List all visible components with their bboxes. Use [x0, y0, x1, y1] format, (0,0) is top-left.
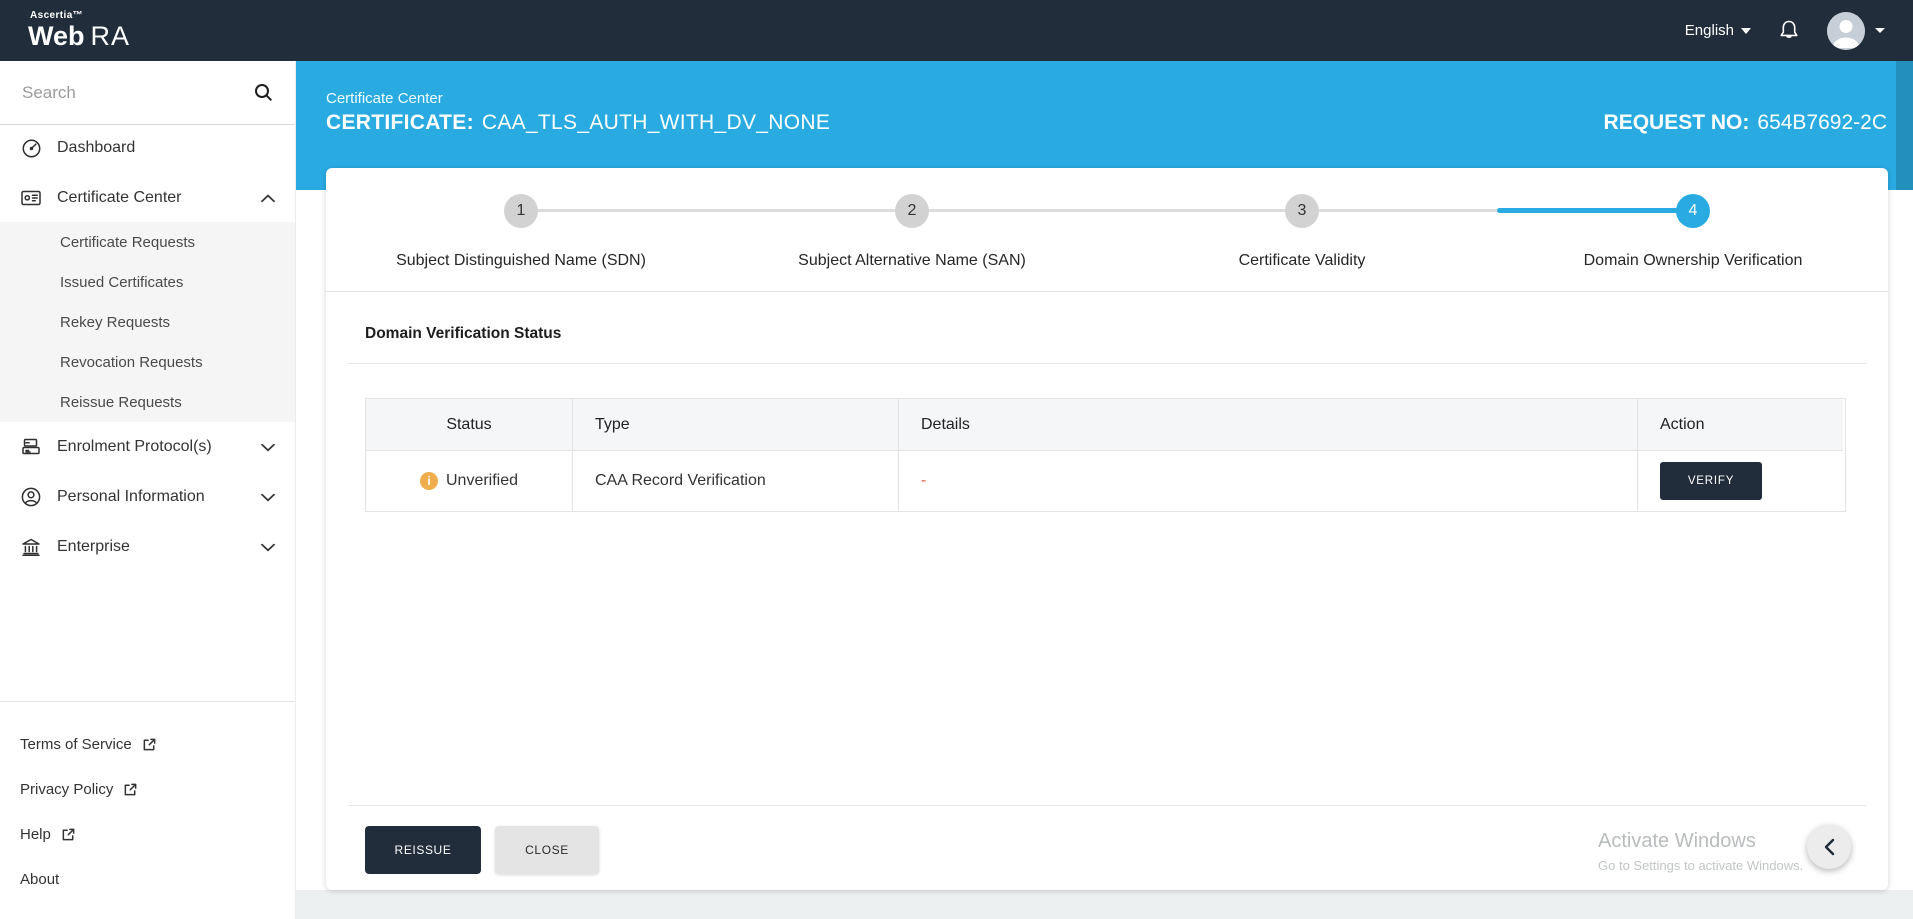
sidebar-item-enterprise[interactable]: Enterprise	[0, 525, 295, 569]
sidebar-item-enrolment-protocols[interactable]: Enrolment Protocol(s)	[0, 425, 295, 469]
sidebar-item-label: Enrolment Protocol(s)	[57, 438, 212, 455]
sidebar-item-reissue-requests[interactable]: Reissue Requests	[0, 382, 295, 422]
external-link-icon	[142, 737, 157, 752]
step-3-circle[interactable]: 3	[1285, 194, 1319, 228]
chevron-down-icon	[261, 543, 275, 552]
sidebar-item-certificate-requests[interactable]: Certificate Requests	[0, 222, 295, 262]
close-button[interactable]: CLOSE	[495, 826, 599, 874]
request-number: REQUEST NO: 654B7692-2C	[1604, 111, 1887, 135]
page-title-value: CAA_TLS_AUTH_WITH_DV_NONE	[481, 111, 831, 134]
certificate-card: 1 2 3 4 Subject Distinguished Name (SDN)…	[326, 168, 1888, 890]
sidebar-item-issued-certificates[interactable]: Issued Certificates	[0, 262, 295, 302]
about-link[interactable]: About	[0, 857, 295, 902]
chevron-down-icon	[1875, 28, 1885, 33]
column-header-action: Action	[1638, 399, 1843, 451]
search-icon[interactable]	[254, 83, 273, 102]
sidebar-item-rekey-requests[interactable]: Rekey Requests	[0, 302, 295, 342]
sidebar-footer: Terms of Service Privacy Policy Help Abo…	[0, 701, 295, 902]
privacy-policy-link[interactable]: Privacy Policy	[0, 767, 295, 812]
step-1-label: Subject Distinguished Name (SDN)	[396, 252, 646, 269]
chevron-up-icon	[261, 193, 275, 203]
language-selector[interactable]: English	[1685, 22, 1751, 39]
person-circle-icon	[20, 486, 42, 508]
request-number-value: 654B7692-2C	[1757, 111, 1887, 134]
page-title: CERTIFICATE: CAA_TLS_AUTH_WITH_DV_NONE	[326, 111, 830, 135]
chevron-left-icon	[1823, 838, 1835, 856]
step-4-label: Domain Ownership Verification	[1583, 252, 1803, 269]
status-text: Unverified	[445, 472, 519, 489]
scrollbar-thumb[interactable]	[1896, 61, 1913, 190]
table-row-type-cell: CAA Record Verification	[573, 451, 899, 511]
reissue-button[interactable]: REISSUE	[365, 826, 481, 874]
activate-windows-watermark-sub: Go to Settings to activate Windows.	[1598, 858, 1804, 873]
sidebar: Dashboard Certificate Center Certificate…	[0, 61, 296, 919]
chevron-down-icon	[261, 493, 275, 502]
sidebar-item-label: Personal Information	[57, 488, 205, 505]
dashboard-icon	[20, 138, 42, 159]
user-menu[interactable]	[1827, 11, 1885, 50]
search-input[interactable]	[22, 82, 232, 103]
top-navbar: Ascertia™ Web RA English	[0, 0, 1913, 61]
enrolment-protocol-icon	[20, 436, 42, 458]
section-divider	[348, 363, 1866, 364]
external-link-icon	[61, 827, 76, 842]
step-3-label: Certificate Validity	[1238, 252, 1366, 269]
column-header-type: Type	[573, 399, 899, 451]
step-2-label: Subject Alternative Name (SAN)	[798, 252, 1026, 269]
avatar	[1827, 11, 1865, 50]
certificate-icon	[20, 187, 42, 209]
sidebar-item-label: Enterprise	[57, 538, 130, 555]
certificate-center-submenu: Certificate Requests Issued Certificates…	[0, 222, 295, 422]
terms-of-service-link[interactable]: Terms of Service	[0, 722, 295, 767]
wizard-stepper: 1 2 3 4 Subject Distinguished Name (SDN)…	[326, 168, 1888, 292]
collapse-panel-button[interactable]	[1807, 825, 1851, 869]
chevron-down-icon	[1741, 27, 1751, 34]
sidebar-item-dashboard[interactable]: Dashboard	[0, 126, 295, 170]
step-4-circle[interactable]: 4	[1676, 194, 1710, 228]
table-row-action-cell: VERIFY	[1638, 451, 1843, 511]
step-1-circle[interactable]: 1	[504, 194, 538, 228]
stepper-progress	[1497, 208, 1695, 213]
section-title: Domain Verification Status	[365, 325, 562, 342]
brand-web: Web	[28, 21, 85, 51]
help-link[interactable]: Help	[0, 812, 295, 857]
brand-ra: RA	[90, 21, 131, 51]
chevron-down-icon	[261, 443, 275, 452]
sidebar-item-revocation-requests[interactable]: Revocation Requests	[0, 342, 295, 382]
column-header-details: Details	[899, 399, 1638, 451]
activate-windows-watermark: Activate Windows	[1598, 830, 1756, 852]
language-label: English	[1684, 22, 1734, 39]
sidebar-item-label: Certificate Center	[57, 189, 182, 206]
page-bottom-strip	[296, 890, 1913, 919]
ascertia-brand-text: Ascertia™	[30, 10, 84, 21]
page-title-label: CERTIFICATE:	[326, 111, 474, 134]
sidebar-item-personal-information[interactable]: Personal Information	[0, 475, 295, 519]
column-header-status: Status	[366, 399, 573, 451]
footer-divider	[348, 805, 1866, 806]
warning-info-icon: i	[419, 472, 438, 490]
external-link-icon	[123, 782, 138, 797]
notifications-bell-icon[interactable]	[1777, 18, 1801, 44]
request-number-label: REQUEST NO:	[1603, 111, 1750, 134]
table-row-details-cell: -	[899, 451, 1638, 511]
sidebar-item-certificate-center[interactable]: Certificate Center	[0, 176, 295, 220]
table-row-status-cell: i Unverified	[366, 451, 573, 511]
bank-icon	[20, 536, 42, 558]
main-content: Certificate Center CERTIFICATE: CAA_TLS_A…	[296, 61, 1913, 919]
sidebar-item-label: Dashboard	[57, 139, 136, 156]
webra-logo: Ascertia™ Web RA	[28, 11, 130, 50]
step-2-circle[interactable]: 2	[895, 194, 929, 228]
domain-verification-table: Status Type Details Action i Unverified …	[365, 398, 1846, 512]
verify-button[interactable]: VERIFY	[1660, 462, 1762, 500]
breadcrumb: Certificate Center	[326, 90, 443, 107]
sidebar-search	[0, 61, 295, 125]
